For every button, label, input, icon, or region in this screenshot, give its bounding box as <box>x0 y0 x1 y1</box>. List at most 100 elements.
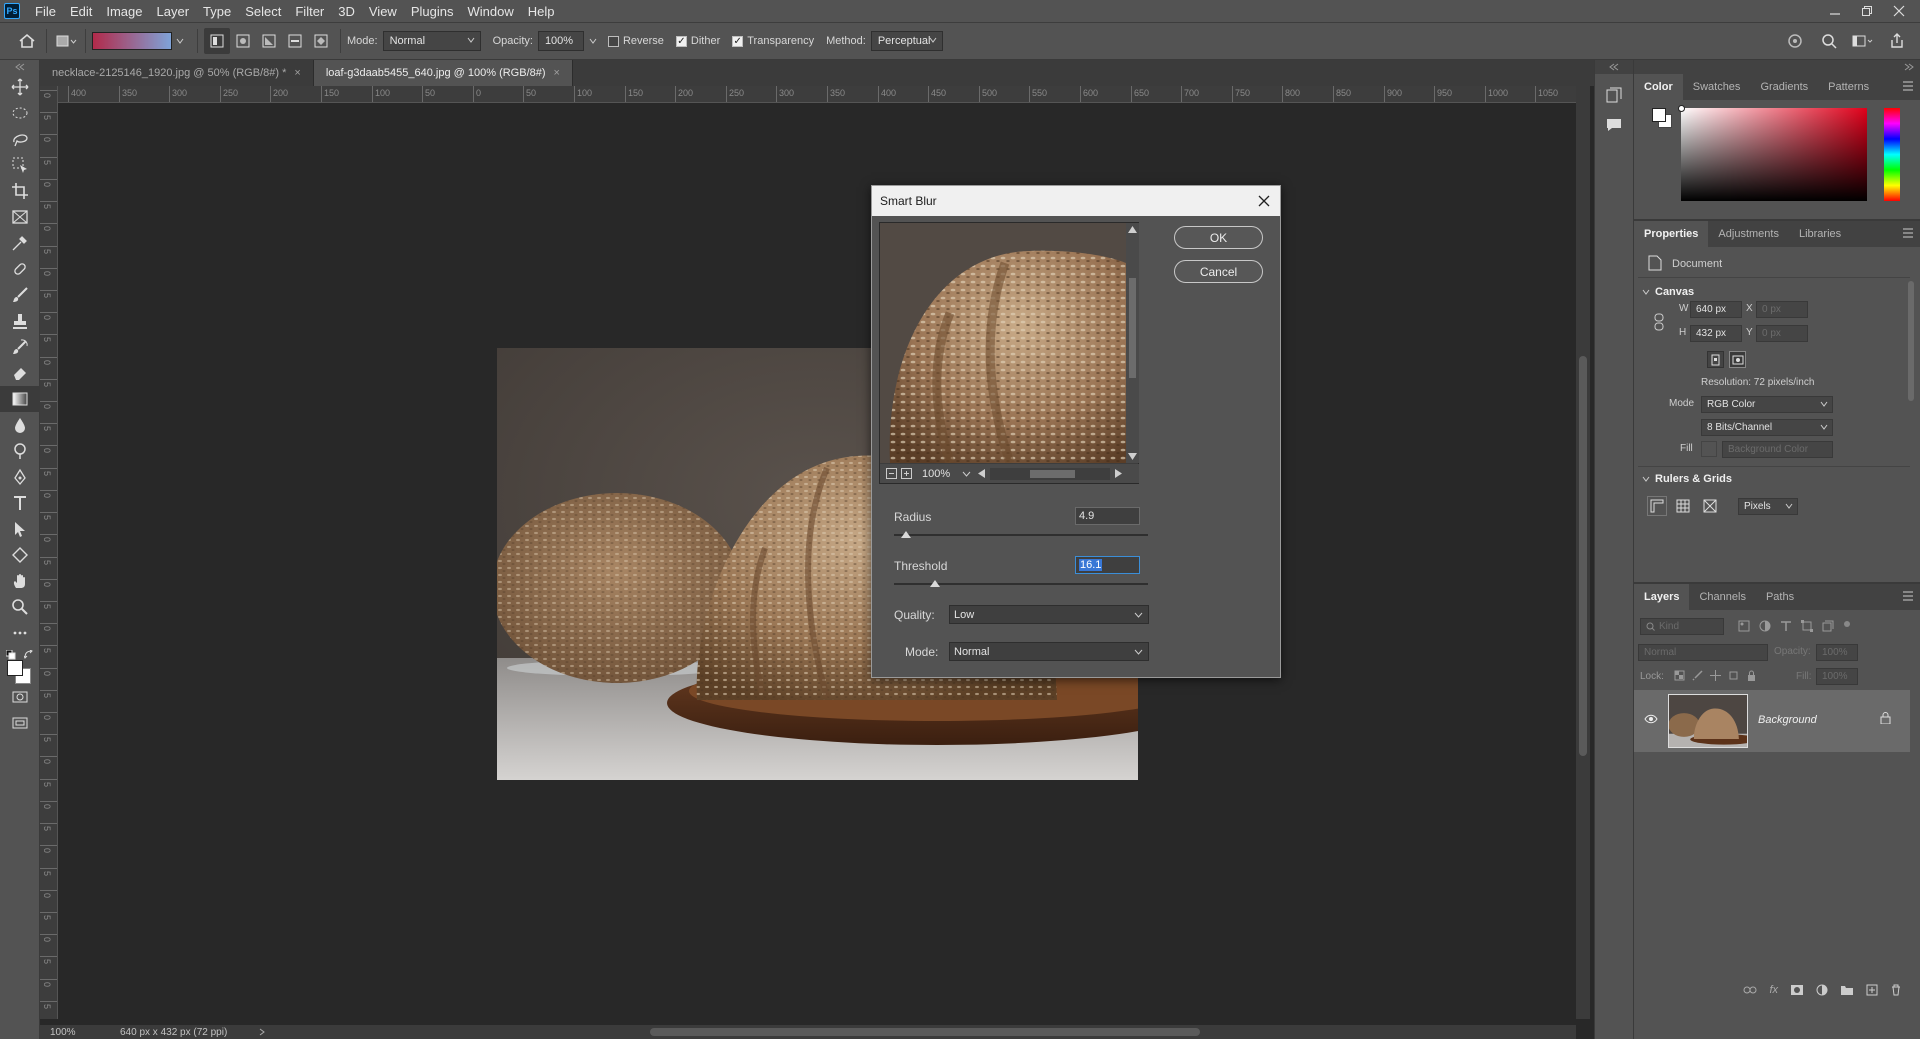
preview-vscroll-thumb[interactable] <box>1129 278 1136 378</box>
method-select[interactable]: Perceptual <box>870 31 943 51</box>
opacity-field[interactable]: 100% <box>537 31 584 51</box>
clone-stamp-tool-icon[interactable] <box>0 308 40 334</box>
diamond-gradient-icon[interactable] <box>308 28 334 54</box>
chevron-down-icon[interactable] <box>175 36 185 46</box>
fx-icon[interactable]: fx <box>1769 984 1778 996</box>
pen-tool-icon[interactable] <box>0 464 40 490</box>
vertical-scrollbar[interactable] <box>1576 86 1590 1019</box>
y-field[interactable]: 0 px <box>1756 325 1808 342</box>
reverse-checkbox[interactable]: Reverse <box>607 35 664 47</box>
visibility-eye-icon[interactable] <box>1644 714 1658 724</box>
layer-mask-icon[interactable] <box>1790 984 1804 996</box>
radius-slider-thumb[interactable] <box>901 531 912 538</box>
fill-opacity-field[interactable]: 100% <box>1816 668 1858 685</box>
scroll-right-icon[interactable] <box>1114 468 1123 479</box>
minimize-icon[interactable] <box>1826 2 1844 20</box>
guides-toggle-icon[interactable] <box>1700 496 1720 516</box>
close-window-icon[interactable] <box>1890 2 1908 20</box>
horizontal-scrollbar[interactable] <box>280 1025 1576 1039</box>
color-mode-select[interactable]: RGB Color <box>1701 396 1833 413</box>
history-panel-icon[interactable] <box>1595 80 1633 110</box>
zoom-out-icon[interactable] <box>886 468 897 479</box>
tab-patterns[interactable]: Patterns <box>1818 74 1879 100</box>
ruler-toggle-icon[interactable] <box>1647 496 1667 516</box>
workspace-icon[interactable] <box>1850 28 1876 54</box>
lock-artboard-icon[interactable] <box>1728 670 1739 681</box>
gradient-preview[interactable] <box>92 32 172 50</box>
eraser-tool-icon[interactable] <box>0 360 40 386</box>
more-tools-icon[interactable] <box>0 620 40 646</box>
adjustment-layer-icon[interactable] <box>1816 984 1828 996</box>
close-icon[interactable] <box>1256 193 1272 209</box>
menu-window[interactable]: Window <box>460 0 520 23</box>
marquee-tool-icon[interactable] <box>0 100 40 126</box>
tab-channels[interactable]: Channels <box>1689 584 1755 610</box>
tab-gradients[interactable]: Gradients <box>1750 74 1818 100</box>
threshold-slider-thumb[interactable] <box>929 580 940 587</box>
search-icon[interactable] <box>1816 28 1842 54</box>
color-picker-marker[interactable] <box>1678 105 1685 112</box>
height-field[interactable]: 432 px <box>1690 325 1742 342</box>
panel-menu-icon[interactable] <box>1902 228 1914 238</box>
menu-type[interactable]: Type <box>196 0 238 23</box>
path-selection-tool-icon[interactable] <box>0 516 40 542</box>
home-icon[interactable] <box>14 28 40 54</box>
radius-slider-track[interactable] <box>894 534 1148 536</box>
healing-brush-tool-icon[interactable] <box>0 256 40 282</box>
frame-tool-icon[interactable] <box>0 204 40 230</box>
menu-filter[interactable]: Filter <box>288 0 331 23</box>
close-tab-icon[interactable]: × <box>294 67 300 79</box>
move-tool-icon[interactable] <box>0 74 40 100</box>
mode-select[interactable]: Normal <box>382 31 481 51</box>
comments-panel-icon[interactable] <box>1595 110 1633 140</box>
smart-object-filter-icon[interactable] <box>1822 620 1834 632</box>
cancel-button[interactable]: Cancel <box>1174 260 1263 283</box>
menu-view[interactable]: View <box>362 0 404 23</box>
panel-menu-icon[interactable] <box>1902 591 1914 601</box>
new-group-icon[interactable] <box>1840 984 1854 996</box>
lasso-tool-icon[interactable] <box>0 126 40 152</box>
layer-name[interactable]: Background <box>1758 714 1817 726</box>
vertical-scroll-thumb[interactable] <box>1579 356 1587 756</box>
blend-mode-select[interactable]: Normal <box>1638 644 1768 661</box>
lock-all-icon[interactable] <box>1746 670 1757 681</box>
grid-toggle-icon[interactable] <box>1673 496 1693 516</box>
fill-select[interactable]: Background Color <box>1722 441 1833 458</box>
photoshop-logo[interactable]: Ps <box>4 3 20 19</box>
angle-gradient-icon[interactable] <box>256 28 282 54</box>
dither-checkbox[interactable]: ✓ Dither <box>675 35 720 47</box>
tab-layers[interactable]: Layers <box>1634 584 1690 610</box>
units-select[interactable]: Pixels <box>1738 498 1798 515</box>
menu-plugins[interactable]: Plugins <box>404 0 461 23</box>
collapse-strip-icon[interactable] <box>1595 60 1633 74</box>
tab-adjustments[interactable]: Adjustments <box>1708 221 1789 247</box>
chevron-right-icon[interactable] <box>258 1028 266 1036</box>
preview-vscroll[interactable] <box>1126 223 1139 463</box>
rulers-grids-header[interactable]: Rulers & Grids <box>1642 473 1732 485</box>
scroll-down-icon[interactable] <box>1127 452 1138 461</box>
cloud-status-icon[interactable] <box>1782 28 1808 54</box>
layer-filter-select[interactable]: Kind <box>1640 618 1724 635</box>
tab-loaf[interactable]: loaf-g3daab5455_640.jpg @ 100% (RGB/8#) … <box>313 60 573 86</box>
gradient-tool-icon[interactable] <box>0 386 40 412</box>
preview-hscroll-thumb[interactable] <box>1030 469 1075 478</box>
portrait-orientation-icon[interactable] <box>1707 351 1724 368</box>
scroll-up-icon[interactable] <box>1127 225 1138 234</box>
menu-3d[interactable]: 3D <box>331 0 362 23</box>
menu-layer[interactable]: Layer <box>150 0 197 23</box>
menu-help[interactable]: Help <box>521 0 562 23</box>
hue-slider[interactable] <box>1884 108 1900 201</box>
menu-select[interactable]: Select <box>238 0 288 23</box>
tab-properties[interactable]: Properties <box>1634 221 1709 247</box>
layer-row-background[interactable]: Background <box>1634 690 1910 752</box>
new-layer-icon[interactable] <box>1866 984 1878 996</box>
share-icon[interactable] <box>1884 28 1910 54</box>
collapse-tools-icon[interactable] <box>0 60 39 74</box>
menu-edit[interactable]: Edit <box>63 0 99 23</box>
chevron-down-icon[interactable] <box>962 469 971 478</box>
panel-menu-icon[interactable] <box>1902 81 1914 91</box>
restore-icon[interactable] <box>1858 2 1876 20</box>
history-brush-tool-icon[interactable] <box>0 334 40 360</box>
tab-libraries[interactable]: Libraries <box>1789 221 1851 247</box>
foreground-color-swatch[interactable] <box>7 660 23 676</box>
